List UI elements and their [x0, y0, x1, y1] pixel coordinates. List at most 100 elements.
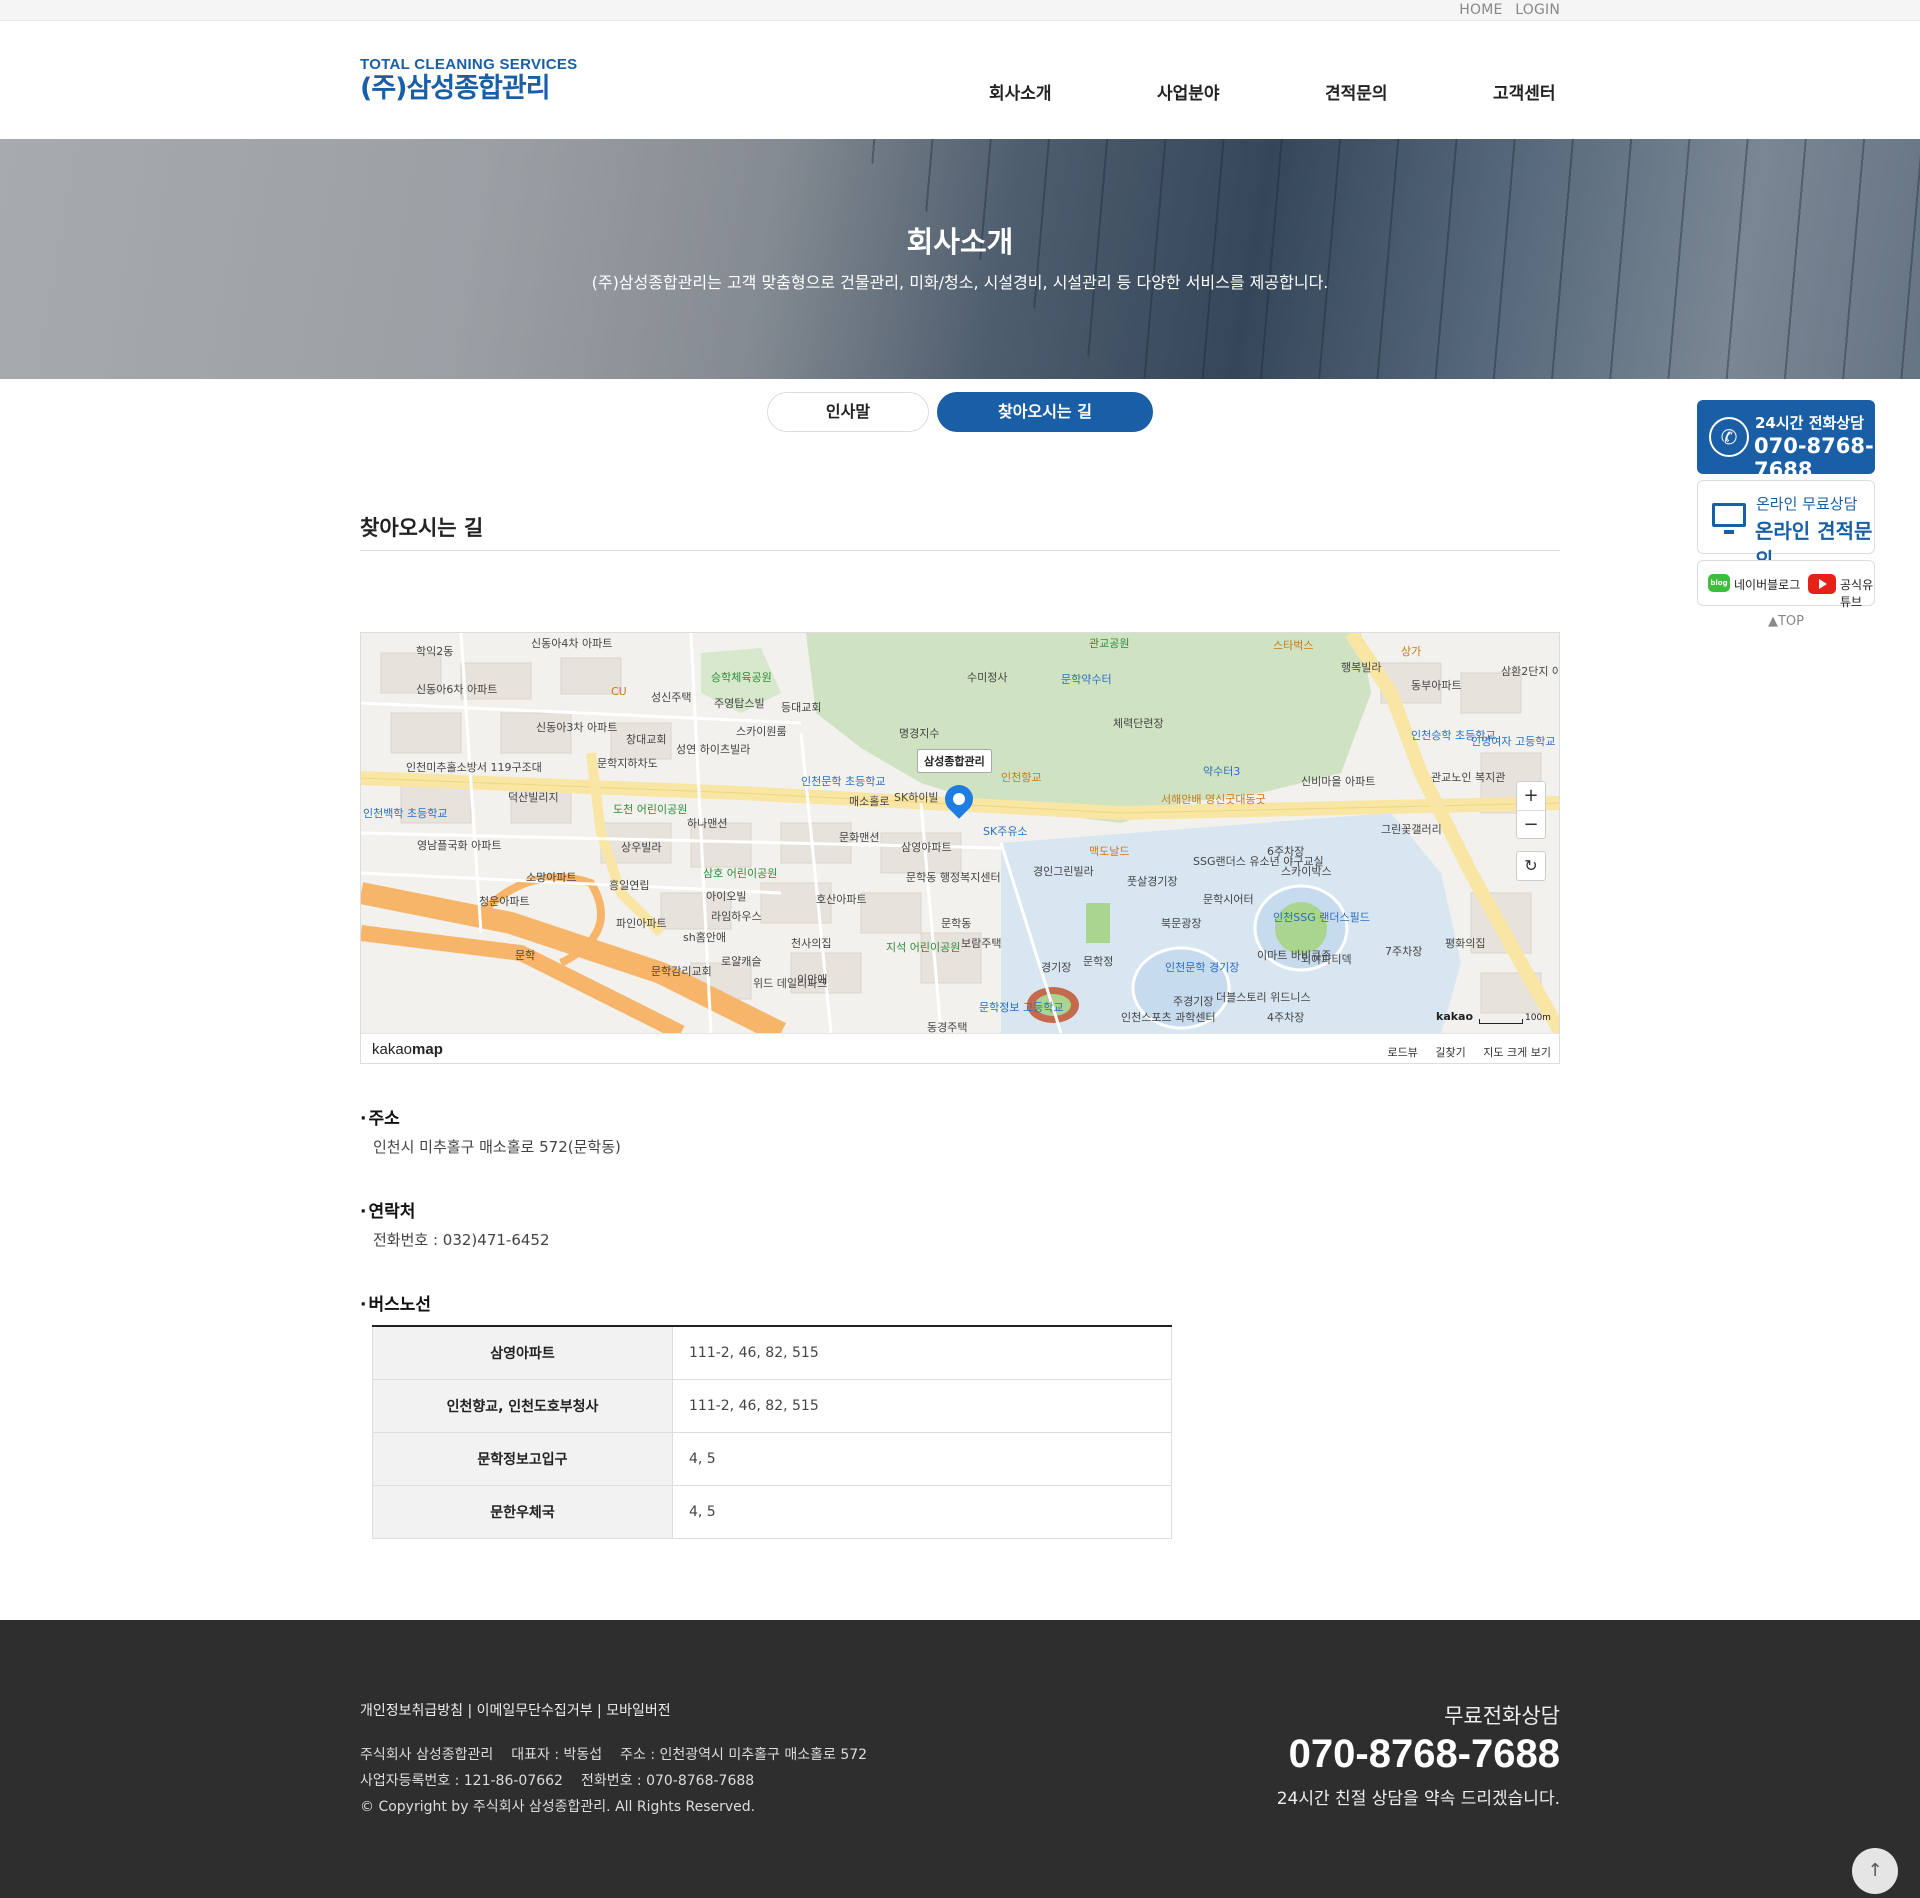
kakao-map[interactable]: 학익2동 신동아4차 아파트 신동아6차 아파트 신동아3차 아파트 성신주택 … — [360, 632, 1560, 1064]
home-link[interactable]: HOME — [1459, 2, 1502, 18]
map-canvas[interactable]: 학익2동 신동아4차 아파트 신동아6차 아파트 신동아3차 아파트 성신주택 … — [361, 633, 1559, 1033]
map-poi: 도천 어린이공원 — [613, 803, 688, 816]
scroll-top-arrow-icon[interactable]: ↑ — [1852, 1848, 1898, 1894]
map-poi: 성신주택 — [651, 691, 692, 704]
map-poi: 관교노인 복지관 — [1431, 771, 1506, 784]
map-poi: 매소홀로 — [849, 795, 890, 808]
youtube-link[interactable]: 공식유튜브 — [1840, 576, 1874, 610]
bus-lines: 111-2, 46, 82, 515 — [672, 1379, 1172, 1433]
bus-lines: 4, 5 — [672, 1485, 1172, 1539]
footer-call-number[interactable]: 070-8768-7688 — [1289, 1732, 1560, 1777]
naver-blog-link[interactable]: 네이버블로그 — [1734, 576, 1800, 593]
map-reset-icon[interactable]: ↻ — [1516, 851, 1546, 881]
map-poi: 스카이박스 — [1281, 865, 1332, 878]
phone-icon: ✆ — [1709, 417, 1749, 457]
logo-subtitle: TOTAL CLEANING SERVICES — [360, 56, 578, 73]
quick-call-button[interactable]: ✆ 24시간 전화상담 070-8768-7688 — [1697, 400, 1875, 482]
bus-lines: 4, 5 — [672, 1432, 1172, 1486]
login-link[interactable]: LOGIN — [1515, 2, 1560, 18]
map-poi: 로얄캐슬 — [721, 955, 762, 968]
map-poi: CU — [611, 685, 627, 698]
footer-bizno: 사업자등록번호 : 121-86-07662 — [360, 1773, 563, 1789]
section-divider — [360, 550, 1560, 551]
bus-stop: 삼영아파트 — [372, 1326, 673, 1380]
map-poi: 북문광장 — [1161, 917, 1202, 930]
map-poi: 신동아6차 아파트 — [416, 683, 498, 696]
quick-top-button[interactable]: ▲TOP — [1697, 614, 1875, 629]
map-poi: 동경주택 — [927, 1021, 968, 1033]
map-poi: 천사의집 — [791, 937, 832, 950]
bus-stop: 문학정보고입구 — [372, 1432, 673, 1486]
large-map-link[interactable]: 지도 크게 보기 — [1483, 1046, 1551, 1059]
map-poi: 신비마을 아파트 — [1301, 775, 1376, 788]
map-poi: 평화의집 — [1445, 937, 1486, 950]
map-poi: 하나맨션 — [687, 817, 728, 830]
map-poi: 더블스토리 위드니스 — [1216, 991, 1311, 1004]
map-scale-bar — [1479, 1019, 1523, 1024]
map-poi: 문학약수터 — [1061, 673, 1112, 686]
map-poi: 흥일연립 — [609, 879, 650, 892]
hero-title: 회사소개 — [906, 225, 1014, 259]
youtube-icon[interactable] — [1808, 574, 1836, 594]
map-poi: 6주차장 — [1267, 845, 1305, 858]
map-poi: 성연 하이츠빌라 — [676, 743, 751, 756]
map-poi: 창대교회 — [626, 733, 667, 746]
footer-call-description: 24시간 친절 상담을 약속 드리겠습니다. — [1276, 1789, 1560, 1809]
zoom-out-icon[interactable]: − — [1517, 810, 1545, 839]
map-poi: 청운아파트 — [479, 895, 530, 908]
zoom-in-icon[interactable]: + — [1517, 782, 1545, 810]
map-poi: 상우빌라 — [621, 841, 662, 854]
tab-directions[interactable]: 찾아오시는 길 — [937, 392, 1153, 432]
map-zoom-control: + − — [1516, 781, 1546, 839]
monitor-icon — [1712, 503, 1746, 534]
map-poi: 아이오빌 — [706, 890, 747, 903]
footer: 개인정보취급방침 | 이메일무단수집거부 | 모바일버전 주식회사 삼성종합관리… — [0, 1620, 1920, 1898]
directions-link[interactable]: 길찾기 — [1435, 1046, 1465, 1059]
map-poi: 신동아4차 아파트 — [531, 637, 613, 650]
map-poi: 인천SSG 랜더스필드 — [1273, 911, 1370, 924]
bus-stop: 문한우체국 — [372, 1485, 673, 1539]
map-poi: 지석 어린이공원 — [886, 941, 961, 954]
roadview-link[interactable]: 로드뷰 — [1388, 1046, 1418, 1059]
footer-links[interactable]: 개인정보취급방침 | 이메일무단수집거부 | 모바일버전 — [360, 1700, 671, 1720]
map-poi: 그린꽃갤러리 — [1381, 823, 1442, 836]
map-poi: 체력단련장 — [1113, 717, 1164, 730]
map-poi: 경인그린빌라 — [1033, 865, 1094, 878]
map-poi: 파인아파트 — [616, 917, 667, 930]
map-poi: 인천향교 — [1001, 771, 1042, 784]
footer-call-title: 무료전화상담 — [1444, 1704, 1560, 1728]
kakaomap-logo[interactable]: kakaomap — [372, 1041, 443, 1058]
naver-blog-icon[interactable]: blog — [1708, 574, 1730, 592]
map-poi: 라임하우스 — [711, 910, 762, 923]
table-row: 삼영아파트 111-2, 46, 82, 515 — [372, 1326, 1172, 1380]
map-pin-label[interactable]: 삼성종합관리 — [917, 749, 992, 773]
map-poi: 풋살경기장 — [1127, 875, 1178, 888]
map-poi: 스타벅스 — [1273, 639, 1314, 652]
map-poi: 학익2동 — [416, 645, 454, 658]
map-links: 로드뷰 길찾기 지도 크게 보기 — [1374, 1044, 1551, 1060]
nav-company[interactable]: 회사소개 — [989, 79, 1052, 104]
map-poi: 동부아파트 — [1411, 679, 1462, 692]
bus-heading: 버스노선 — [360, 1290, 431, 1315]
nav-support[interactable]: 고객센터 — [1493, 79, 1556, 104]
nav-estimate[interactable]: 견적문의 — [1325, 79, 1388, 104]
nav-business[interactable]: 사업분야 — [1157, 79, 1220, 104]
footer-copyright: © Copyright by 주식회사 삼성종합관리. All Rights R… — [360, 1799, 756, 1815]
map-poi: 등대교회 — [781, 701, 822, 714]
table-row: 문학정보고입구 4, 5 — [372, 1432, 1172, 1486]
table-row: 인천향교, 인천도호부청사 111-2, 46, 82, 515 — [372, 1379, 1172, 1433]
map-poi: 문학지하차도 — [597, 757, 658, 770]
quick-sns: blog 네이버블로그 공식유튜브 — [1697, 560, 1875, 609]
map-poi: 승학체육공원 — [711, 671, 772, 684]
utility-bar: HOME LOGIN — [0, 0, 1920, 21]
map-poi: 인천스포츠 과학센터 — [1121, 1011, 1216, 1024]
address-heading: 주소 — [360, 1104, 399, 1129]
footer-address: 주소 : 인천광역시 미추홀구 매소홀로 572 — [620, 1747, 868, 1763]
map-poi: 4주차장 — [1267, 1011, 1305, 1024]
quick-online-button[interactable]: 온라인 무료상담 온라인 견적문의 — [1697, 480, 1875, 572]
tab-greeting[interactable]: 인사말 — [767, 392, 929, 432]
map-poi: 수미정사 — [967, 671, 1008, 684]
footer-ceo: 대표자 : 박동섭 — [511, 1747, 603, 1763]
footer-company-info: 주식회사 삼성종합관리 대표자 : 박동섭 주소 : 인천광역시 미추홀구 매소홀로… — [360, 1742, 885, 1820]
map-poi: 약수터3 — [1203, 765, 1241, 778]
